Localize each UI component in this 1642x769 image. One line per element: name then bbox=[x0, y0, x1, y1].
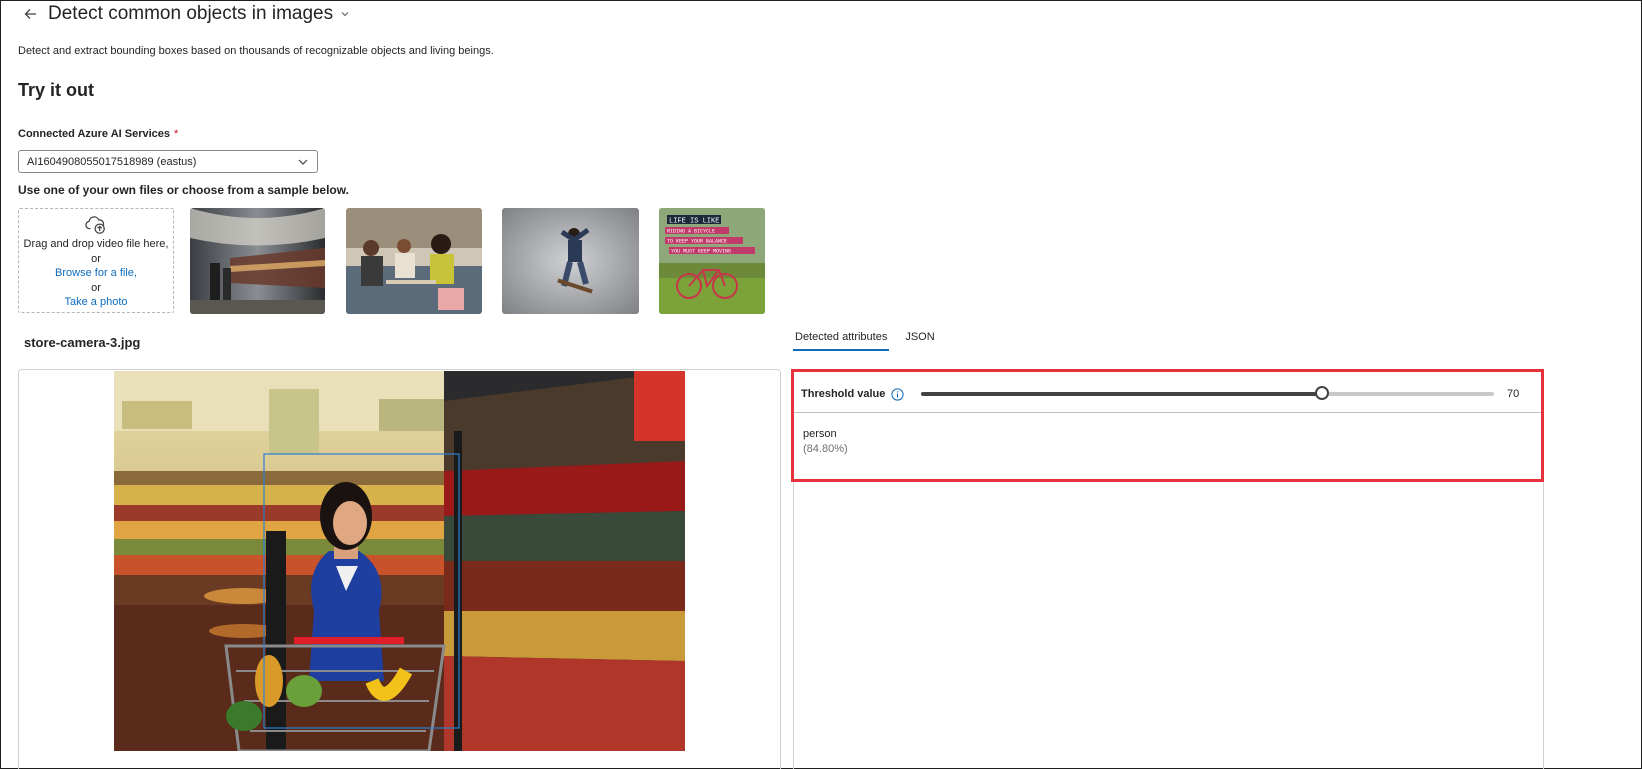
dropzone-or: or bbox=[91, 252, 101, 265]
required-mark: * bbox=[174, 128, 179, 140]
store-image bbox=[114, 371, 685, 751]
section-title: Try it out bbox=[18, 80, 94, 100]
sample-image-subway[interactable] bbox=[190, 208, 325, 314]
image-preview-panel bbox=[18, 369, 781, 769]
detection-label: person bbox=[803, 428, 837, 440]
threshold-slider[interactable] bbox=[921, 386, 1494, 400]
detection-confidence: (84.80%) bbox=[803, 443, 848, 455]
page-title: Detect common objects in images bbox=[48, 3, 334, 24]
file-dropzone[interactable]: Drag and drop video file here, or Browse… bbox=[18, 208, 174, 313]
threshold-value: 70 bbox=[1507, 388, 1520, 400]
connection-select[interactable]: AI1604908055017518989 (eastus) bbox=[18, 150, 318, 173]
threshold-slider-fill bbox=[921, 392, 1323, 396]
page-description: Detect and extract bounding boxes based … bbox=[18, 45, 494, 57]
back-arrow-icon[interactable] bbox=[22, 5, 40, 23]
browse-file-link[interactable]: Browse for a file, bbox=[19, 266, 173, 281]
poster-text-line-4: YOU MUST KEEP MOVING bbox=[671, 249, 731, 255]
threshold-label: Threshold value bbox=[801, 388, 886, 400]
poster-text-line-2: RIDING A BICYCLE bbox=[667, 229, 715, 235]
threshold-row: Threshold value 70 bbox=[801, 376, 1536, 412]
cloud-upload-icon bbox=[85, 216, 105, 234]
connection-label-text: Connected Azure AI Services bbox=[18, 128, 171, 140]
selected-filename: store-camera-3.jpg bbox=[24, 335, 141, 350]
upload-instructions: Use one of your own files or choose from… bbox=[18, 183, 349, 197]
threshold-slider-thumb[interactable] bbox=[1315, 386, 1330, 400]
results-tabs: Detected attributes JSON bbox=[793, 331, 937, 351]
page-header: Detect common objects in images bbox=[22, 3, 351, 25]
sample-image-skateboarder[interactable] bbox=[502, 208, 639, 314]
sample-image-bicycle-poster[interactable]: LIFE IS LIKE RIDING A BICYCLE TO KEEP YO… bbox=[659, 208, 765, 314]
take-photo-link[interactable]: Take a photo bbox=[19, 295, 173, 310]
info-icon[interactable] bbox=[891, 387, 904, 401]
tab-json[interactable]: JSON bbox=[903, 331, 936, 351]
connection-select-value: AI1604908055017518989 (eastus) bbox=[27, 155, 197, 168]
tab-detected-attributes[interactable]: Detected attributes bbox=[793, 331, 890, 351]
poster-text-line-1: LIFE IS LIKE bbox=[669, 218, 719, 226]
poster-text-line-3: TO KEEP YOUR BALANCE bbox=[667, 239, 727, 245]
connection-label: Connected Azure AI Services * bbox=[18, 128, 178, 140]
sample-image-meeting[interactable] bbox=[346, 208, 482, 314]
dropzone-or: or bbox=[91, 281, 101, 294]
chevron-down-icon bbox=[297, 156, 309, 168]
dropzone-text: Drag and drop video file here, bbox=[23, 238, 169, 250]
divider bbox=[794, 412, 1541, 413]
chevron-down-icon[interactable] bbox=[341, 9, 351, 19]
